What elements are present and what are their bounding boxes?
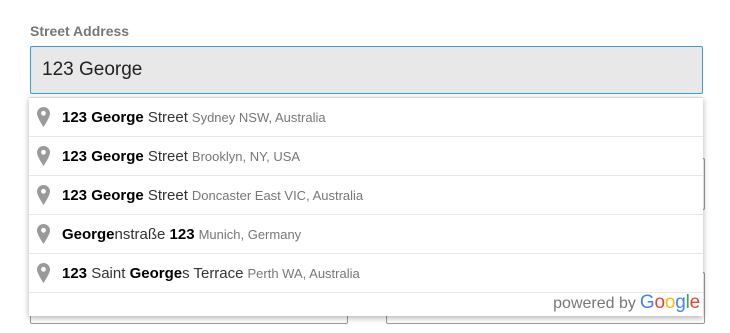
google-logo-letter: o <box>654 292 665 313</box>
suggestion-main-text: 123 George Street <box>62 187 188 204</box>
map-pin-icon <box>37 185 50 205</box>
map-pin-icon <box>37 146 50 166</box>
suggestion-secondary-text: Munich, Germany <box>198 226 302 242</box>
map-pin-icon <box>37 107 50 127</box>
suggestion-match: George <box>62 225 115 243</box>
google-logo-letter: g <box>675 292 686 313</box>
suggestion-match: 123 <box>62 186 88 204</box>
suggestion-item[interactable]: Georgenstraße 123 Munich, Germany <box>29 215 703 254</box>
suggestion-item[interactable]: 123 George Street Brooklyn, NY, USA <box>29 137 703 176</box>
suggestion-item[interactable]: 123 George Street Sydney NSW, Australia <box>29 98 703 137</box>
suggestion-item[interactable]: 123 George Street Doncaster East VIC, Aus… <box>29 176 703 215</box>
google-logo-letter: o <box>664 292 676 313</box>
suggestion-match: 123 <box>62 147 88 165</box>
suggestion-match: George <box>129 264 183 282</box>
suggestion-text: Street <box>143 108 188 126</box>
suggestion-secondary-text: Sydney NSW, Australia <box>191 109 326 125</box>
street-address-label: Street Address <box>30 23 130 39</box>
suggestion-item[interactable]: 123 Saint Georges Terrace Perth WA, Austr… <box>29 254 703 293</box>
suggestion-match: George <box>91 186 144 204</box>
powered-by-google: powered by Google <box>553 292 700 314</box>
google-logo-letter: e <box>689 292 701 313</box>
suggestion-match: 123 <box>62 264 88 282</box>
suggestion-text: Street <box>143 186 188 204</box>
address-form: Street Address 123 George StreetSydney N… <box>0 0 730 333</box>
suggestion-match: 123 <box>62 108 88 126</box>
street-address-input[interactable] <box>30 46 703 94</box>
suggestion-text: s Terrace <box>182 264 244 282</box>
suggestion-secondary-text: Brooklyn, NY, USA <box>191 148 301 164</box>
suggestion-main-text: 123 George Street <box>62 109 188 126</box>
suggestion-main-text: 123 Saint Georges Terrace <box>62 265 244 282</box>
autocomplete-dropdown: 123 George Street Sydney NSW, Australia 12… <box>29 97 703 316</box>
map-pin-icon <box>37 263 50 283</box>
google-logo: Google <box>640 292 700 314</box>
suggestion-secondary-text: Doncaster East VIC, Australia <box>191 187 364 203</box>
suggestion-match: George <box>91 147 144 165</box>
suggestion-main-text: Georgenstraße 123 <box>62 226 195 243</box>
suggestion-secondary-text: Perth WA, Australia <box>247 265 360 281</box>
google-logo-letter: G <box>639 292 655 313</box>
suggestion-match: George <box>91 108 144 126</box>
suggestion-match: 123 <box>169 225 195 243</box>
map-pin-icon <box>37 224 50 244</box>
suggestion-text: nstraße <box>114 225 170 243</box>
suggestion-main-text: 123 George Street <box>62 148 188 165</box>
suggestion-text: Saint <box>87 264 130 282</box>
suggestion-list: 123 George Street Sydney NSW, Australia 12… <box>29 98 703 293</box>
attribution-prefix: powered by <box>553 295 636 312</box>
suggestion-text: Street <box>143 147 188 165</box>
